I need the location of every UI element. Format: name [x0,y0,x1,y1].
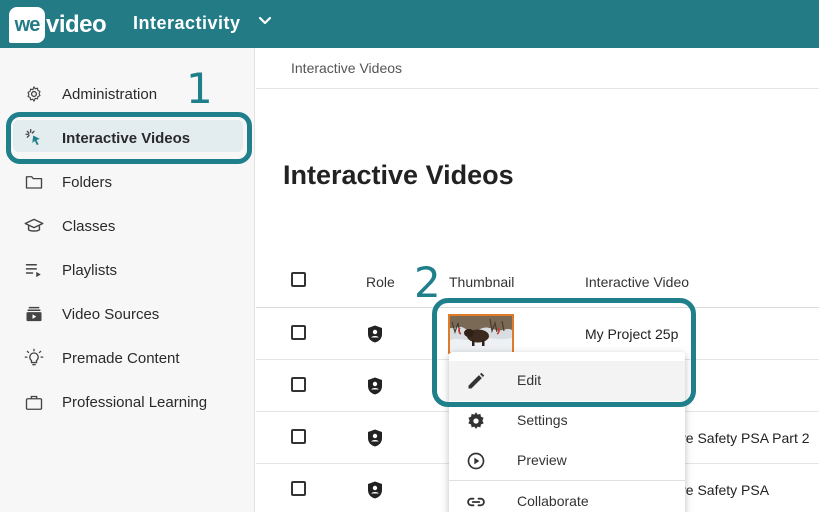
callout-highlight-step-2 [432,298,696,407]
sidebar-item-video-sources[interactable]: Video Sources [0,294,255,334]
sidebar-item-premade-content[interactable]: Premade Content [0,338,255,378]
column-header-interactive-video[interactable]: Interactive Video [585,274,689,290]
logo-video-text: video [46,11,107,38]
sidebar-item-classes[interactable]: Classes [0,206,255,246]
sidebar-item-label: Premade Content [62,349,180,367]
lightbulb-icon [24,348,44,368]
sidebar-item-label: Professional Learning [62,393,208,411]
row-checkbox[interactable] [291,481,306,496]
shield-user-icon [368,429,382,447]
callout-number-2: 2 [414,258,441,307]
link-icon [467,497,485,507]
logo-we-badge: we [9,7,45,43]
shield-user-icon [368,481,382,499]
top-bar: we video Interactivity [0,0,819,48]
menu-item-settings[interactable]: Settings [449,401,685,441]
sidebar-item-label: Classes [62,217,116,235]
shield-user-icon [368,377,382,395]
menu-item-label: Collaborate [517,493,589,509]
sidebar-item-folders[interactable]: Folders [0,162,255,202]
playlist-icon [24,260,44,280]
callout-highlight-step-1 [6,112,252,164]
shield-user-icon [368,325,382,343]
menu-item-label: Preview [517,452,567,468]
menu-item-preview[interactable]: Preview [449,441,685,481]
breadcrumb-bar: Interactive Videos [256,48,819,89]
row-checkbox[interactable] [291,377,306,392]
menu-item-collaborate[interactable]: Collaborate [449,482,685,512]
row-title[interactable]: ire Safety PSA Part 2 [678,430,810,446]
sidebar-item-label: Folders [62,173,113,191]
page-title: Interactive Videos [283,160,514,190]
video-source-icon [24,304,44,324]
sidebar-item-label: Playlists [62,261,118,279]
row-title[interactable]: ire Safety PSA [678,482,769,498]
app-switcher-label[interactable]: Interactivity [133,13,241,34]
column-header-thumbnail: Thumbnail [449,274,515,290]
menu-divider [449,480,685,481]
play-circle-icon [467,452,485,470]
gear-icon [468,412,484,429]
row-checkbox[interactable] [291,429,306,444]
breadcrumb[interactable]: Interactive Videos [291,60,402,76]
select-all-checkbox[interactable] [291,272,306,287]
wevideo-logo[interactable]: we video [9,7,107,43]
briefcase-icon [24,392,44,412]
gear-icon [24,84,44,104]
sidebar-item-label: Administration [62,85,158,103]
graduation-cap-icon [24,216,44,236]
menu-item-label: Settings [517,412,568,428]
folder-icon [24,172,44,192]
column-header-role[interactable]: Role [366,274,395,290]
sidebar-item-playlists[interactable]: Playlists [0,250,255,290]
callout-number-1: 1 [186,64,213,113]
sidebar-item-professional-learning[interactable]: Professional Learning [0,382,255,422]
row-checkbox[interactable] [291,325,306,340]
sidebar-item-label: Video Sources [62,305,160,323]
chevron-down-icon[interactable] [258,14,272,28]
sidebar-item-administration[interactable]: Administration [0,74,255,114]
